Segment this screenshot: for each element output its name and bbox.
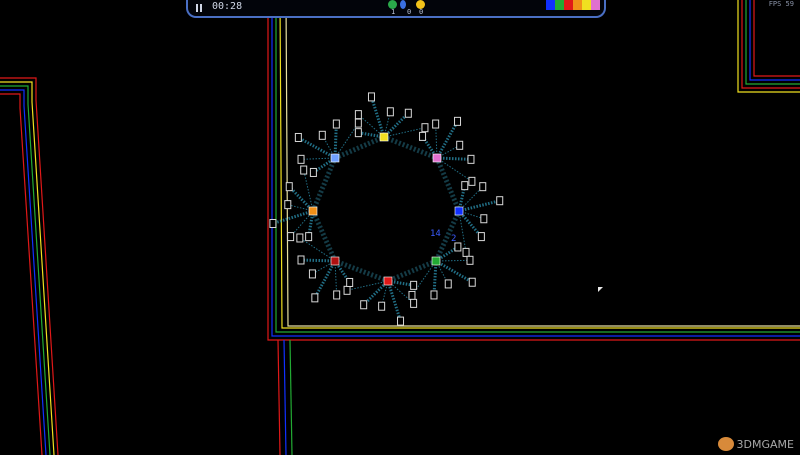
satellite-node	[346, 277, 354, 287]
satellite-node	[360, 300, 368, 310]
satellite-node	[386, 107, 394, 117]
satellite-node	[480, 214, 488, 224]
satellite-node	[421, 123, 429, 133]
satellite-node	[294, 132, 302, 142]
satellite-node	[397, 316, 405, 326]
hub-node-green[interactable]	[431, 256, 441, 266]
left-boundary	[0, 77, 59, 455]
satellite-link	[435, 124, 438, 159]
satellite-node	[367, 92, 375, 102]
satellite-link	[334, 260, 338, 295]
hub-link	[434, 157, 462, 212]
game-timer: 00:28	[212, 1, 243, 12]
topright-boundary	[737, 0, 800, 93]
unit-count-14: 14	[430, 229, 441, 239]
hub-node-darkred[interactable]	[330, 256, 340, 266]
hub-node-red[interactable]	[383, 276, 393, 286]
satellite-node	[296, 233, 304, 243]
yellow-resource-count: 0	[419, 8, 424, 16]
satellite-link	[370, 96, 386, 138]
satellite-link	[313, 260, 337, 299]
player-color-swatch	[555, 0, 564, 10]
satellite-node	[284, 200, 292, 210]
satellite-node	[343, 285, 351, 295]
player-color-swatch	[573, 0, 582, 10]
satellite-node	[496, 196, 504, 206]
top-hud: 00:28 1 0 0	[186, 0, 606, 18]
satellite-node	[285, 182, 293, 192]
satellite-node	[410, 298, 418, 308]
satellite-link	[300, 258, 336, 263]
satellite-link	[301, 157, 336, 160]
satellite-node	[461, 181, 469, 191]
satellite-node	[332, 119, 340, 129]
hub-node-blue[interactable]	[454, 206, 464, 216]
player-color-swatch	[582, 0, 591, 10]
satellite-node	[318, 130, 326, 140]
hub-node-yellow[interactable]	[379, 132, 389, 142]
satellite-link	[272, 209, 314, 225]
satellite-link	[333, 123, 338, 159]
satellite-node	[287, 232, 295, 242]
satellite-node	[477, 232, 485, 242]
mouse-cursor	[598, 287, 603, 292]
satellite-node	[466, 255, 474, 265]
satellite-node	[454, 242, 462, 252]
unit-count-2: 2	[451, 234, 456, 244]
blue-resource-count: 0	[407, 8, 412, 16]
watermark: 3DMGAME	[717, 437, 794, 451]
hub-node-orange[interactable]	[308, 206, 318, 216]
hub-node-lightblue[interactable]	[330, 153, 340, 163]
satellite-node	[333, 290, 341, 300]
satellite-link	[432, 260, 438, 296]
fps-counter: FPS 59	[768, 0, 794, 8]
satellite-node	[354, 110, 362, 120]
satellite-node	[456, 140, 464, 150]
satellite-node	[311, 293, 319, 303]
satellite-node	[462, 247, 470, 257]
satellite-node	[468, 277, 476, 287]
satellite-node	[454, 116, 462, 126]
hub-node-pink[interactable]	[432, 153, 442, 163]
player-color-swatch	[564, 0, 573, 10]
satellite-node	[444, 279, 452, 289]
watermark-text: 3DMGAME	[736, 437, 794, 451]
blue-resource-icon	[400, 0, 406, 9]
game-map[interactable]: 14 2	[0, 0, 800, 455]
satellite-link	[435, 259, 471, 262]
satellite-link	[436, 156, 472, 161]
satellite-node	[410, 280, 418, 290]
player-color-swatch	[591, 0, 600, 10]
satellite-node	[404, 108, 412, 118]
center-boundary	[267, 0, 800, 455]
satellite-node	[354, 118, 362, 128]
satellite-link	[458, 199, 501, 213]
satellite-node	[419, 131, 427, 141]
satellite-node	[408, 290, 416, 300]
satellite-node	[432, 119, 440, 129]
satellite-node	[468, 176, 476, 186]
satellite-link	[435, 120, 459, 159]
satellite-node	[300, 165, 308, 175]
satellite-node	[305, 232, 313, 242]
satellite-link	[386, 280, 402, 322]
satellite-node	[269, 219, 277, 229]
satellite-node	[378, 301, 386, 311]
satellite-node	[467, 154, 475, 164]
satellite-node	[308, 269, 316, 279]
pause-icon[interactable]	[196, 4, 203, 12]
satellite-node	[297, 255, 305, 265]
player-color-swatch	[546, 0, 555, 10]
hub-link	[310, 157, 338, 212]
satellite-node	[297, 154, 305, 164]
satellite-node	[309, 167, 317, 177]
satellite-node	[354, 128, 362, 138]
satellite-node	[430, 290, 438, 300]
watermark-logo-icon	[717, 437, 734, 451]
green-resource-count: 1	[391, 8, 396, 16]
satellite-node	[479, 182, 487, 192]
node-ring	[269, 92, 504, 326]
